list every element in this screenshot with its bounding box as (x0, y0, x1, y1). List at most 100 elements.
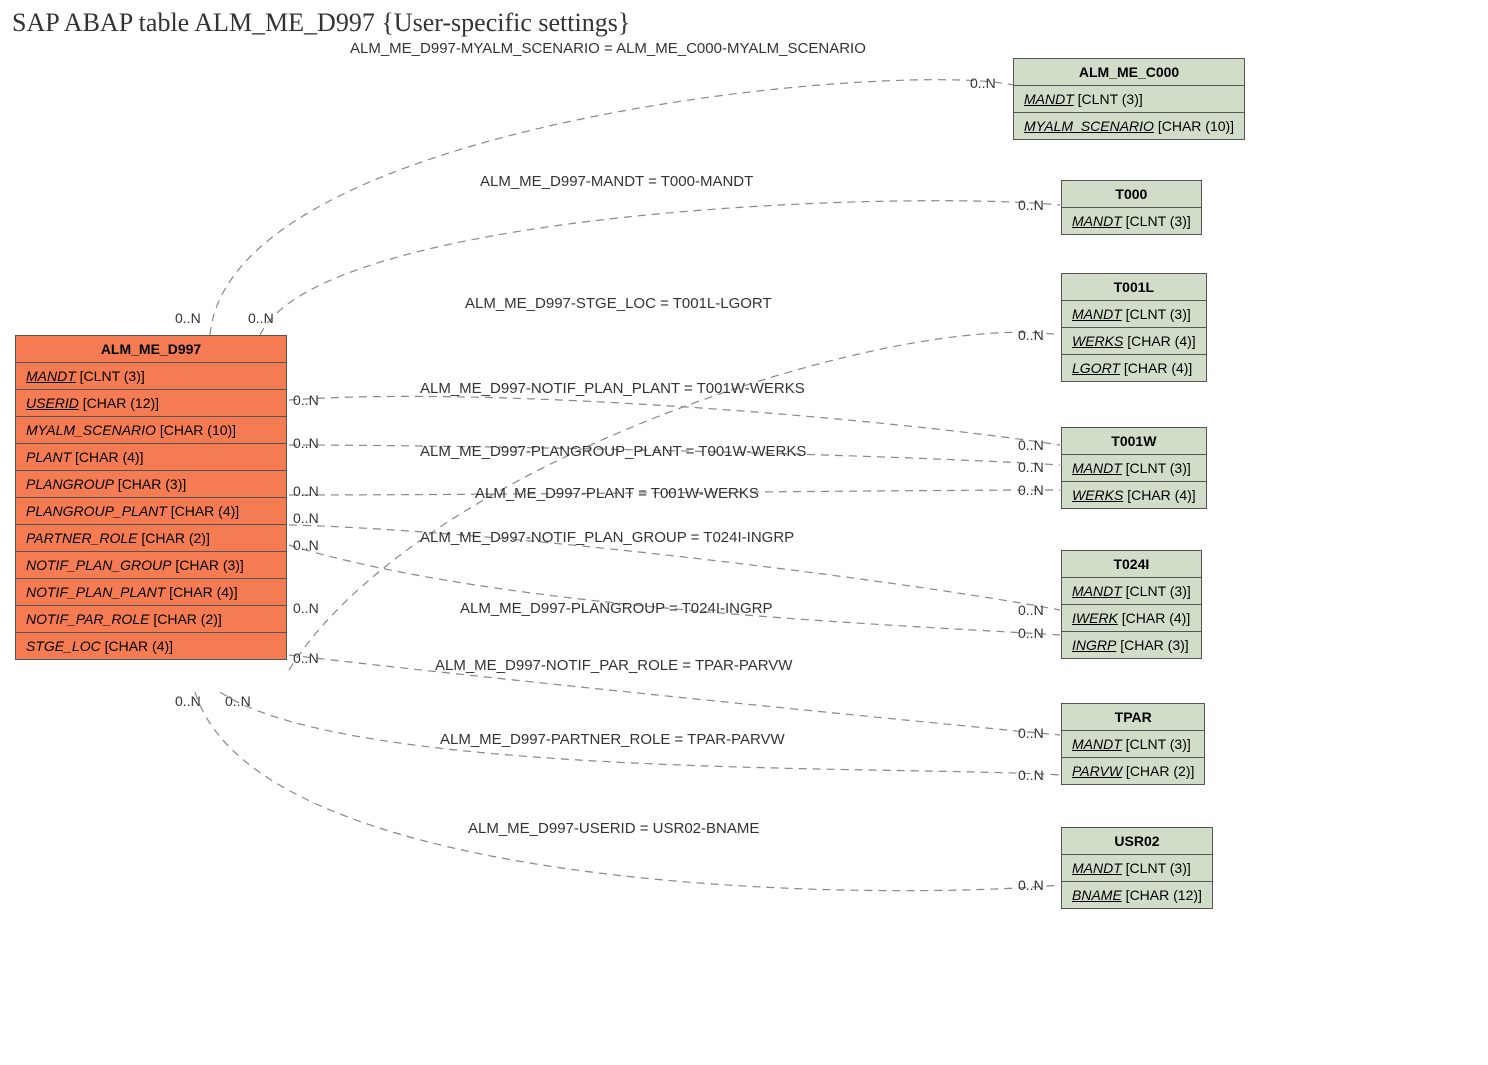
field-type: [CHAR (3)] (1116, 637, 1188, 653)
field-name: STGE_LOC (26, 638, 101, 654)
field-name: MANDT (1072, 306, 1122, 322)
cardinality-label: 0..N (225, 693, 251, 709)
relation-label: ALM_ME_D997-PLANT = T001W-WERKS (475, 485, 759, 502)
field-type: [CLNT (3)] (76, 368, 145, 384)
field-type: [CLNT (3)] (1122, 583, 1191, 599)
field-type: [CLNT (3)] (1122, 213, 1191, 229)
cardinality-label: 0..N (970, 75, 996, 91)
cardinality-label: 0..N (293, 392, 319, 408)
entity-field-row: MANDT [CLNT (3)] (1062, 301, 1206, 328)
entity-field-row: IWERK [CHAR (4)] (1062, 605, 1201, 632)
field-name: MANDT (1072, 460, 1122, 476)
field-type: [CHAR (3)] (171, 557, 243, 573)
cardinality-label: 0..N (1018, 459, 1044, 475)
cardinality-label: 0..N (1018, 197, 1044, 213)
entity-field-row: NOTIF_PAR_ROLE [CHAR (2)] (16, 606, 286, 633)
field-name: MYALM_SCENARIO (1024, 118, 1154, 134)
cardinality-label: 0..N (1018, 625, 1044, 641)
field-type: [CHAR (4)] (1120, 360, 1192, 376)
relation-label: ALM_ME_D997-STGE_LOC = T001L-LGORT (465, 295, 772, 312)
cardinality-label: 0..N (1018, 482, 1044, 498)
field-type: [CHAR (12)] (79, 395, 159, 411)
field-name: NOTIF_PAR_ROLE (26, 611, 149, 627)
field-name: MANDT (26, 368, 76, 384)
relation-label: ALM_ME_D997-MANDT = T000-MANDT (480, 173, 753, 190)
entity-field-row: MANDT [CLNT (3)] (1062, 731, 1204, 758)
entity-field-row: WERKS [CHAR (4)] (1062, 482, 1206, 508)
entity-field-row: PARTNER_ROLE [CHAR (2)] (16, 525, 286, 552)
field-name: USERID (26, 395, 79, 411)
entity-field-row: STGE_LOC [CHAR (4)] (16, 633, 286, 659)
field-type: [CHAR (2)] (138, 530, 210, 546)
cardinality-label: 0..N (1018, 602, 1044, 618)
field-type: [CLNT (3)] (1122, 736, 1191, 752)
field-type: [CHAR (4)] (1118, 610, 1190, 626)
ref-entity-USR02: USR02 MANDT [CLNT (3)]BNAME [CHAR (12)] (1061, 827, 1213, 909)
cardinality-label: 0..N (175, 693, 201, 709)
entity-field-row: PLANGROUP [CHAR (3)] (16, 471, 286, 498)
field-name: BNAME (1072, 887, 1122, 903)
cardinality-label: 0..N (175, 310, 201, 326)
field-type: [CHAR (4)] (71, 449, 143, 465)
page-title: SAP ABAP table ALM_ME_D997 {User-specifi… (12, 8, 630, 38)
field-type: [CHAR (4)] (1123, 333, 1195, 349)
entity-field-row: LGORT [CHAR (4)] (1062, 355, 1206, 381)
field-name: PLANT (26, 449, 71, 465)
field-type: [CHAR (4)] (167, 503, 239, 519)
field-type: [CHAR (4)] (1123, 487, 1195, 503)
ref-entity-T000: T000 MANDT [CLNT (3)] (1061, 180, 1202, 235)
relation-label: ALM_ME_D997-USERID = USR02-BNAME (468, 820, 759, 837)
ref-entity-T024I: T024I MANDT [CLNT (3)]IWERK [CHAR (4)]IN… (1061, 550, 1202, 659)
ref-entity-header: USR02 (1062, 828, 1212, 855)
field-name: MANDT (1072, 860, 1122, 876)
field-name: NOTIF_PLAN_PLANT (26, 584, 165, 600)
relation-label: ALM_ME_D997-PLANGROUP_PLANT = T001W-WERK… (420, 443, 806, 460)
field-type: [CLNT (3)] (1122, 460, 1191, 476)
ref-entity-T001W: T001W MANDT [CLNT (3)]WERKS [CHAR (4)] (1061, 427, 1207, 509)
main-entity: ALM_ME_D997 MANDT [CLNT (3)]USERID [CHAR… (15, 335, 287, 660)
entity-field-row: MYALM_SCENARIO [CHAR (10)] (16, 417, 286, 444)
field-name: MANDT (1024, 91, 1074, 107)
field-type: [CHAR (2)] (149, 611, 221, 627)
relation-label: ALM_ME_D997-NOTIF_PLAN_PLANT = T001W-WER… (420, 380, 805, 397)
relation-label: ALM_ME_D997-PLANGROUP = T024I-INGRP (460, 600, 772, 617)
field-type: [CLNT (3)] (1074, 91, 1143, 107)
relation-label: ALM_ME_D997-PARTNER_ROLE = TPAR-PARVW (440, 731, 785, 748)
entity-field-row: WERKS [CHAR (4)] (1062, 328, 1206, 355)
field-name: PARVW (1072, 763, 1122, 779)
entity-field-row: MANDT [CLNT (3)] (1014, 86, 1244, 113)
cardinality-label: 0..N (1018, 767, 1044, 783)
ref-entity-header: T000 (1062, 181, 1201, 208)
cardinality-label: 0..N (1018, 725, 1044, 741)
field-name: NOTIF_PLAN_GROUP (26, 557, 171, 573)
cardinality-label: 0..N (293, 483, 319, 499)
entity-field-row: MYALM_SCENARIO [CHAR (10)] (1014, 113, 1244, 139)
ref-entity-header: ALM_ME_C000 (1014, 59, 1244, 86)
field-name: WERKS (1072, 333, 1123, 349)
entity-field-row: MANDT [CLNT (3)] (1062, 855, 1212, 882)
cardinality-label: 0..N (293, 650, 319, 666)
cardinality-label: 0..N (293, 537, 319, 553)
entity-field-row: PLANGROUP_PLANT [CHAR (4)] (16, 498, 286, 525)
field-type: [CHAR (12)] (1122, 887, 1202, 903)
entity-field-row: MANDT [CLNT (3)] (1062, 578, 1201, 605)
ref-entity-ALM_ME_C000: ALM_ME_C000 MANDT [CLNT (3)]MYALM_SCENAR… (1013, 58, 1245, 140)
entity-field-row: PLANT [CHAR (4)] (16, 444, 286, 471)
cardinality-label: 0..N (293, 435, 319, 451)
relation-label: ALM_ME_D997-MYALM_SCENARIO = ALM_ME_C000… (350, 40, 866, 57)
ref-entity-header: T001W (1062, 428, 1206, 455)
entity-field-row: MANDT [CLNT (3)] (16, 363, 286, 390)
field-type: [CHAR (10)] (1154, 118, 1234, 134)
cardinality-label: 0..N (293, 600, 319, 616)
field-name: MANDT (1072, 213, 1122, 229)
field-name: IWERK (1072, 610, 1118, 626)
entity-field-row: MANDT [CLNT (3)] (1062, 208, 1201, 234)
entity-field-row: MANDT [CLNT (3)] (1062, 455, 1206, 482)
relation-label: ALM_ME_D997-NOTIF_PLAN_GROUP = T024I-ING… (420, 529, 794, 546)
entity-field-row: USERID [CHAR (12)] (16, 390, 286, 417)
entity-field-row: BNAME [CHAR (12)] (1062, 882, 1212, 908)
entity-field-row: NOTIF_PLAN_GROUP [CHAR (3)] (16, 552, 286, 579)
field-type: [CLNT (3)] (1122, 306, 1191, 322)
field-name: MYALM_SCENARIO (26, 422, 156, 438)
field-type: [CHAR (4)] (165, 584, 237, 600)
